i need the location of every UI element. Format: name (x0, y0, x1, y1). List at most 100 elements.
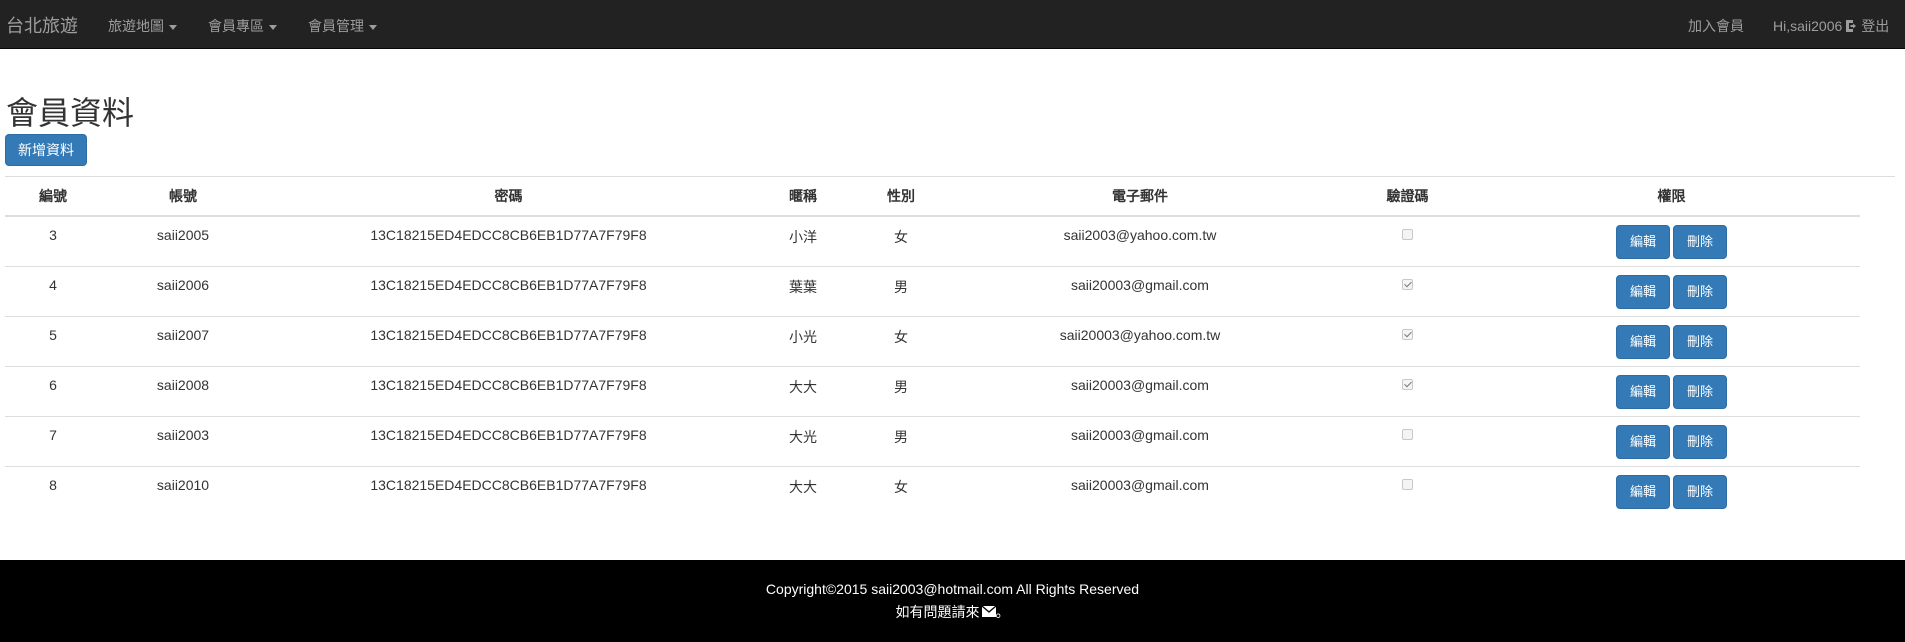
verify-checkbox[interactable] (1402, 229, 1413, 240)
navbar-brand[interactable]: 台北旅遊 (6, 12, 78, 38)
cell-verify (1332, 316, 1483, 367)
delete-button[interactable]: 刪除 (1673, 225, 1727, 259)
delete-button[interactable]: 刪除 (1673, 374, 1727, 409)
user-greeting: Hi,saii2006 (1773, 18, 1843, 34)
menu-member-admin[interactable]: 會員管理 (308, 16, 377, 36)
top-navbar: 台北旅遊 旅遊地圖 會員專區 會員管理 加入會員 Hi,saii2006 登出 (0, 0, 1905, 49)
delete-button[interactable]: 刪除 (1673, 324, 1727, 359)
cell-nickname: 小洋 (752, 216, 854, 267)
page-footer: Copyright©2015 saii2003@hotmail.com All … (0, 560, 1905, 642)
table-row: 6 saii2008 13C18215ED4EDCC8CB6EB1D77A7F7… (5, 366, 1860, 417)
menu-travel-map[interactable]: 旅遊地圖 (108, 16, 177, 36)
menu-member-admin-label: 會員管理 (308, 18, 364, 34)
delete-button[interactable]: 刪除 (1673, 274, 1727, 309)
cell-email: saii20003@gmail.com (1071, 476, 1209, 493)
cell-actions: 編輯 刪除 (1483, 216, 1860, 267)
cell-actions: 編輯 刪除 (1483, 316, 1860, 367)
cell-email: saii20003@gmail.com (948, 266, 1332, 317)
add-record-button[interactable]: 新增資料 (5, 134, 87, 166)
logout-icon (1846, 20, 1857, 32)
edit-button[interactable]: 編輯 (1616, 324, 1670, 359)
verify-checkbox[interactable] (1402, 328, 1413, 340)
cell-password: 13C18215ED4EDCC8CB6EB1D77A7F79F8 (265, 216, 752, 267)
verify-checkbox[interactable] (1402, 428, 1413, 440)
join-member-link[interactable]: 加入會員 (1688, 16, 1744, 36)
edit-button[interactable]: 編輯 (1616, 474, 1670, 509)
verify-checkbox[interactable] (1402, 278, 1413, 290)
cell-id: 3 (5, 216, 101, 267)
edit-button[interactable]: 編輯 (1616, 274, 1670, 309)
footer-contact-suffix: 。 (995, 604, 1010, 620)
menu-travel-map-label: 旅遊地圖 (108, 18, 164, 34)
cell-account: saii2008 (101, 366, 265, 417)
cell-id: 7 (5, 416, 101, 467)
delete-button[interactable]: 刪除 (1673, 424, 1727, 459)
cell-gender: 男 (854, 366, 948, 417)
footer-contact: 如有問題請來。 (0, 602, 1905, 622)
delete-button[interactable]: 刪除 (1673, 474, 1727, 509)
header-password: 密碼 (265, 177, 752, 217)
cell-gender: 女 (894, 478, 908, 495)
cell-actions: 編輯 刪除 (1483, 266, 1860, 317)
cell-id: 8 (49, 476, 57, 493)
cell-gender: 男 (854, 266, 948, 317)
cell-gender: 男 (854, 416, 948, 467)
header-nickname: 暱稱 (752, 177, 854, 217)
cell-email: saii20003@gmail.com (948, 366, 1332, 417)
cell-password: 13C18215ED4EDCC8CB6EB1D77A7F79F8 (265, 416, 752, 467)
header-verify-code: 驗證碼 (1332, 177, 1483, 217)
menu-member-zone-label: 會員專區 (208, 18, 264, 34)
cell-verify (1332, 366, 1483, 417)
footer-copyright: Copyright©2015 saii2003@hotmail.com All … (765, 581, 1140, 597)
table-row: 5 saii2007 13C18215ED4EDCC8CB6EB1D77A7F7… (5, 316, 1860, 367)
edit-button[interactable]: 編輯 (1616, 225, 1670, 259)
cell-password: 13C18215ED4EDCC8CB6EB1D77A7F79F8 (265, 366, 752, 417)
header-email: 電子郵件 (948, 177, 1332, 217)
cell-nickname: 小光 (752, 316, 854, 367)
cell-id: 5 (5, 316, 101, 367)
cell-actions: 編輯 刪除 (1483, 416, 1860, 467)
edit-button[interactable]: 編輯 (1616, 424, 1670, 459)
mail-icon[interactable] (981, 606, 996, 617)
cell-verify (1332, 466, 1483, 516)
cell-gender: 女 (854, 216, 948, 267)
header-account: 帳號 (101, 177, 265, 217)
cell-actions: 編輯 刪除 (1483, 366, 1860, 417)
cell-password: 13C18215ED4EDCC8CB6EB1D77A7F79F8 (370, 476, 647, 493)
cell-actions: 編輯 刪除 (1483, 466, 1860, 516)
menu-member-zone[interactable]: 會員專區 (208, 16, 277, 36)
table-header-row: 編號 帳號 密碼 暱稱 性別 電子郵件 驗證碼 權限 (5, 177, 1860, 217)
cell-account: saii2010 (156, 476, 210, 493)
cell-email: saii2003@yahoo.com.tw (948, 216, 1332, 267)
cell-nickname: 大大 (752, 366, 854, 417)
verify-checkbox[interactable] (1402, 478, 1413, 490)
cell-password: 13C18215ED4EDCC8CB6EB1D77A7F79F8 (265, 316, 752, 367)
cell-id: 4 (5, 266, 101, 317)
cell-account: saii2007 (101, 316, 265, 367)
footer-contact-text: 如有問題請來 (895, 604, 980, 620)
members-table: 編號 帳號 密碼 暱稱 性別 電子郵件 驗證碼 權限 3 saii2005 13… (5, 177, 1860, 516)
cell-account: saii2006 (101, 266, 265, 317)
cell-verify (1332, 416, 1483, 467)
user-logout-link[interactable]: Hi,saii2006 登出 (1773, 16, 1889, 36)
logout-label: 登出 (1861, 18, 1890, 34)
cell-verify (1332, 216, 1483, 267)
cell-password: 13C18215ED4EDCC8CB6EB1D77A7F79F8 (265, 266, 752, 317)
header-permission: 權限 (1483, 177, 1860, 217)
caret-down-icon (269, 24, 277, 30)
verify-checkbox[interactable] (1402, 378, 1413, 390)
cell-account: saii2003 (101, 416, 265, 467)
caret-down-icon (169, 24, 177, 30)
cell-email: saii20003@yahoo.com.tw (948, 316, 1332, 367)
cell-account: saii2005 (101, 216, 265, 267)
edit-button[interactable]: 編輯 (1616, 374, 1670, 409)
page-title: 會員資料 (6, 95, 135, 131)
table-row: 3 saii2005 13C18215ED4EDCC8CB6EB1D77A7F7… (5, 216, 1860, 267)
cell-nickname: 大光 (752, 416, 854, 467)
header-id: 編號 (5, 177, 101, 217)
cell-email: saii20003@gmail.com (948, 416, 1332, 467)
cell-id: 6 (5, 366, 101, 417)
caret-down-icon (369, 24, 377, 30)
cell-verify (1332, 266, 1483, 317)
cell-nickname: 大大 (789, 478, 817, 495)
